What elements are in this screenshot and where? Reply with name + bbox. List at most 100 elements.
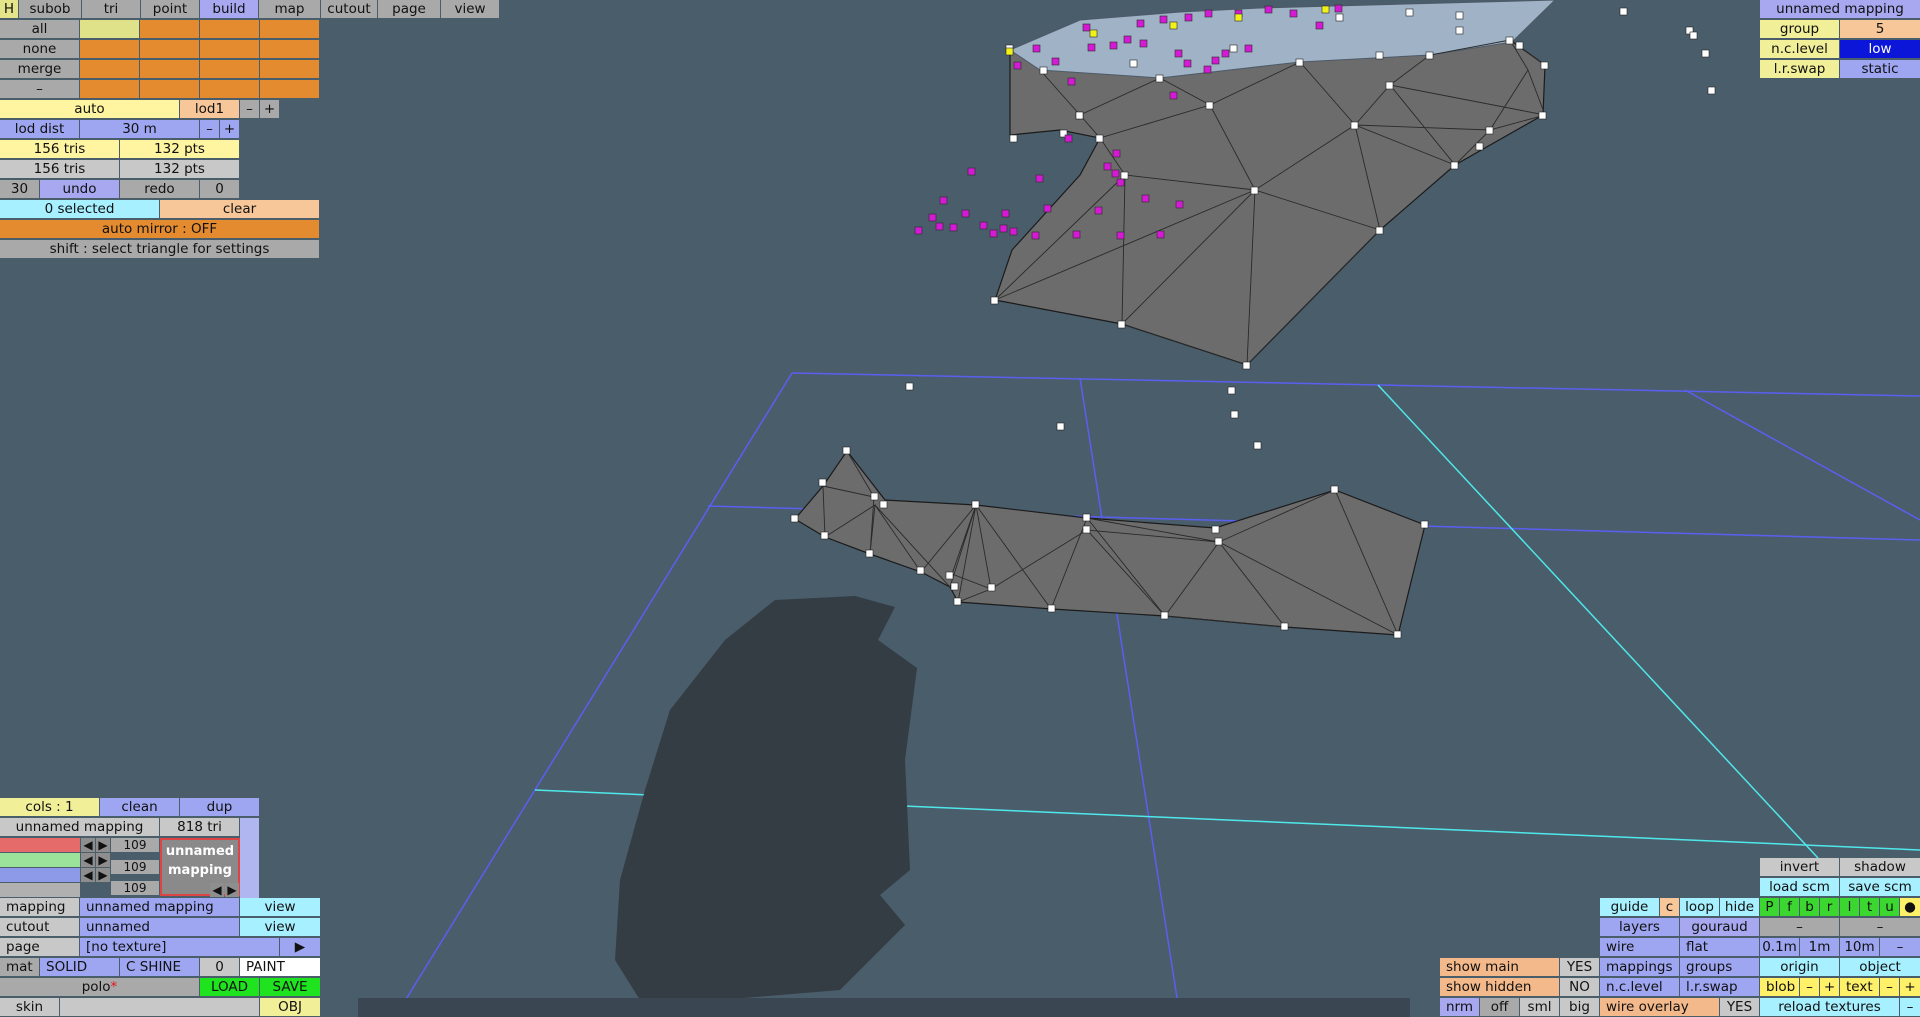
cutout-view-button[interactable]: view <box>240 918 320 936</box>
dot-button[interactable]: ● <box>1900 898 1920 916</box>
lod-dist-plus[interactable]: + <box>220 120 239 138</box>
cols-label[interactable]: cols : 1 <box>0 798 99 816</box>
select-all-button[interactable]: all <box>0 20 79 38</box>
dup-button[interactable]: dup <box>180 798 259 816</box>
mapping-field[interactable]: unnamed mapping <box>80 898 239 916</box>
group-cell[interactable] <box>260 40 319 58</box>
lod-level[interactable]: lod1 <box>180 100 239 118</box>
red-left-arrow[interactable]: ◀ <box>81 838 95 852</box>
obj-button[interactable]: OBJ <box>260 998 320 1016</box>
green-slider[interactable] <box>0 853 80 867</box>
thumb-right-arrow[interactable]: ▶ <box>225 883 239 897</box>
off-button[interactable]: off <box>1480 998 1519 1016</box>
grid-01m-button[interactable]: 0.1m <box>1760 938 1799 956</box>
menu-h[interactable]: H <box>0 0 18 18</box>
mapping-view-button[interactable]: view <box>240 898 320 916</box>
lod-auto-button[interactable]: auto <box>0 100 179 118</box>
origin-button[interactable]: origin <box>1760 958 1839 976</box>
green-left-arrow[interactable]: ◀ <box>81 853 95 867</box>
group-cell[interactable] <box>260 60 319 78</box>
mapping-list-item[interactable]: unnamed mapping <box>0 818 159 836</box>
menu-view[interactable]: view <box>441 0 499 18</box>
axis-u-button[interactable]: u <box>1880 898 1899 916</box>
text-plus-button[interactable]: + <box>1900 978 1920 996</box>
menu-map[interactable]: map <box>259 0 320 18</box>
clear-button[interactable]: clear <box>160 200 319 218</box>
guide-button[interactable]: guide <box>1600 898 1659 916</box>
menu-point[interactable]: point <box>141 0 199 18</box>
gouraud-button[interactable]: gouraud <box>1680 918 1759 936</box>
group-cell[interactable] <box>200 40 259 58</box>
show-main-toggle[interactable]: YES <box>1560 958 1599 976</box>
text-minus-button[interactable]: – <box>1880 978 1899 996</box>
blob-minus-button[interactable]: – <box>1800 978 1819 996</box>
red-right-arrow[interactable]: ▶ <box>96 838 110 852</box>
group-cell[interactable] <box>80 80 139 98</box>
save-scm-button[interactable]: save scm <box>1840 878 1920 896</box>
lod-dist-minus[interactable]: – <box>200 120 219 138</box>
auto-mirror-toggle[interactable]: auto mirror : OFF <box>0 220 319 238</box>
group-cell[interactable] <box>80 20 139 38</box>
group-cell[interactable] <box>80 60 139 78</box>
select-none-button[interactable]: none <box>0 40 79 58</box>
group-cell[interactable] <box>200 60 259 78</box>
grid-1m-button[interactable]: 1m <box>1800 938 1839 956</box>
blob-button[interactable]: blob <box>1760 978 1799 996</box>
solid-button[interactable]: SOLID <box>40 958 119 976</box>
grid-minus-button[interactable]: – <box>1880 938 1920 956</box>
cutout-field[interactable]: unnamed <box>80 918 239 936</box>
lod-minus-button[interactable]: – <box>240 100 259 118</box>
thumb-left-arrow[interactable]: ◀ <box>210 883 224 897</box>
blue-slider[interactable] <box>0 868 80 882</box>
page-next-arrow[interactable]: ▶ <box>280 938 320 956</box>
wire-overlay-toggle[interactable]: YES <box>1720 998 1759 1016</box>
axis-r-button[interactable]: r <box>1820 898 1839 916</box>
grid-10m-button[interactable]: 10m <box>1840 938 1879 956</box>
menu-page[interactable]: page <box>378 0 440 18</box>
axis-p-button[interactable]: P <box>1760 898 1779 916</box>
axis-b-button[interactable]: b <box>1800 898 1819 916</box>
group-value[interactable]: 5 <box>1840 20 1920 38</box>
3d-viewport[interactable] <box>0 0 1920 1017</box>
blue-left-arrow[interactable]: ◀ <box>81 868 95 882</box>
reload-minus-button[interactable]: – <box>1900 998 1920 1016</box>
loop-button[interactable]: loop <box>1680 898 1719 916</box>
undo-button[interactable]: undo <box>40 180 119 198</box>
lr-swap-button[interactable]: l.r.swap <box>1680 978 1759 996</box>
axis-f-button[interactable]: f <box>1780 898 1799 916</box>
nrm-button[interactable]: nrm <box>1440 998 1479 1016</box>
axis-t-button[interactable]: t <box>1860 898 1879 916</box>
menu-subob[interactable]: subob <box>19 0 81 18</box>
group-cell[interactable] <box>140 40 199 58</box>
axis-l-button[interactable]: l <box>1840 898 1859 916</box>
object-name[interactable]: polo* <box>0 978 199 996</box>
layers-button[interactable]: layers <box>1600 918 1679 936</box>
flat-button[interactable]: flat <box>1680 938 1759 956</box>
group-cell[interactable] <box>80 40 139 58</box>
invert-button[interactable]: invert <box>1760 858 1839 876</box>
paint-button[interactable]: PAINT <box>240 958 320 976</box>
menu-cutout[interactable]: cutout <box>321 0 377 18</box>
clean-button[interactable]: clean <box>100 798 179 816</box>
nc-level-button[interactable]: n.c.level <box>1600 978 1679 996</box>
gray-slider[interactable] <box>0 883 80 897</box>
load-scm-button[interactable]: load scm <box>1760 878 1839 896</box>
reload-textures-button[interactable]: reload textures <box>1760 998 1899 1016</box>
dash-button[interactable]: – <box>0 80 79 98</box>
blue-right-arrow[interactable]: ▶ <box>96 868 110 882</box>
save-button[interactable]: SAVE <box>260 978 320 996</box>
lod-plus-button[interactable]: + <box>260 100 279 118</box>
mappings-button[interactable]: mappings <box>1600 958 1679 976</box>
blob-plus-button[interactable]: + <box>1820 978 1839 996</box>
dash-button-2[interactable]: – <box>1840 918 1920 936</box>
sml-button[interactable]: sml <box>1520 998 1559 1016</box>
merge-button[interactable]: merge <box>0 60 79 78</box>
wire-button[interactable]: wire <box>1600 938 1679 956</box>
hide-button[interactable]: hide <box>1720 898 1759 916</box>
page-field[interactable]: [no texture] <box>80 938 279 956</box>
c-button[interactable]: c <box>1660 898 1679 916</box>
menu-build[interactable]: build <box>200 0 258 18</box>
load-button[interactable]: LOAD <box>200 978 259 996</box>
group-cell[interactable] <box>140 20 199 38</box>
group-cell[interactable] <box>200 80 259 98</box>
